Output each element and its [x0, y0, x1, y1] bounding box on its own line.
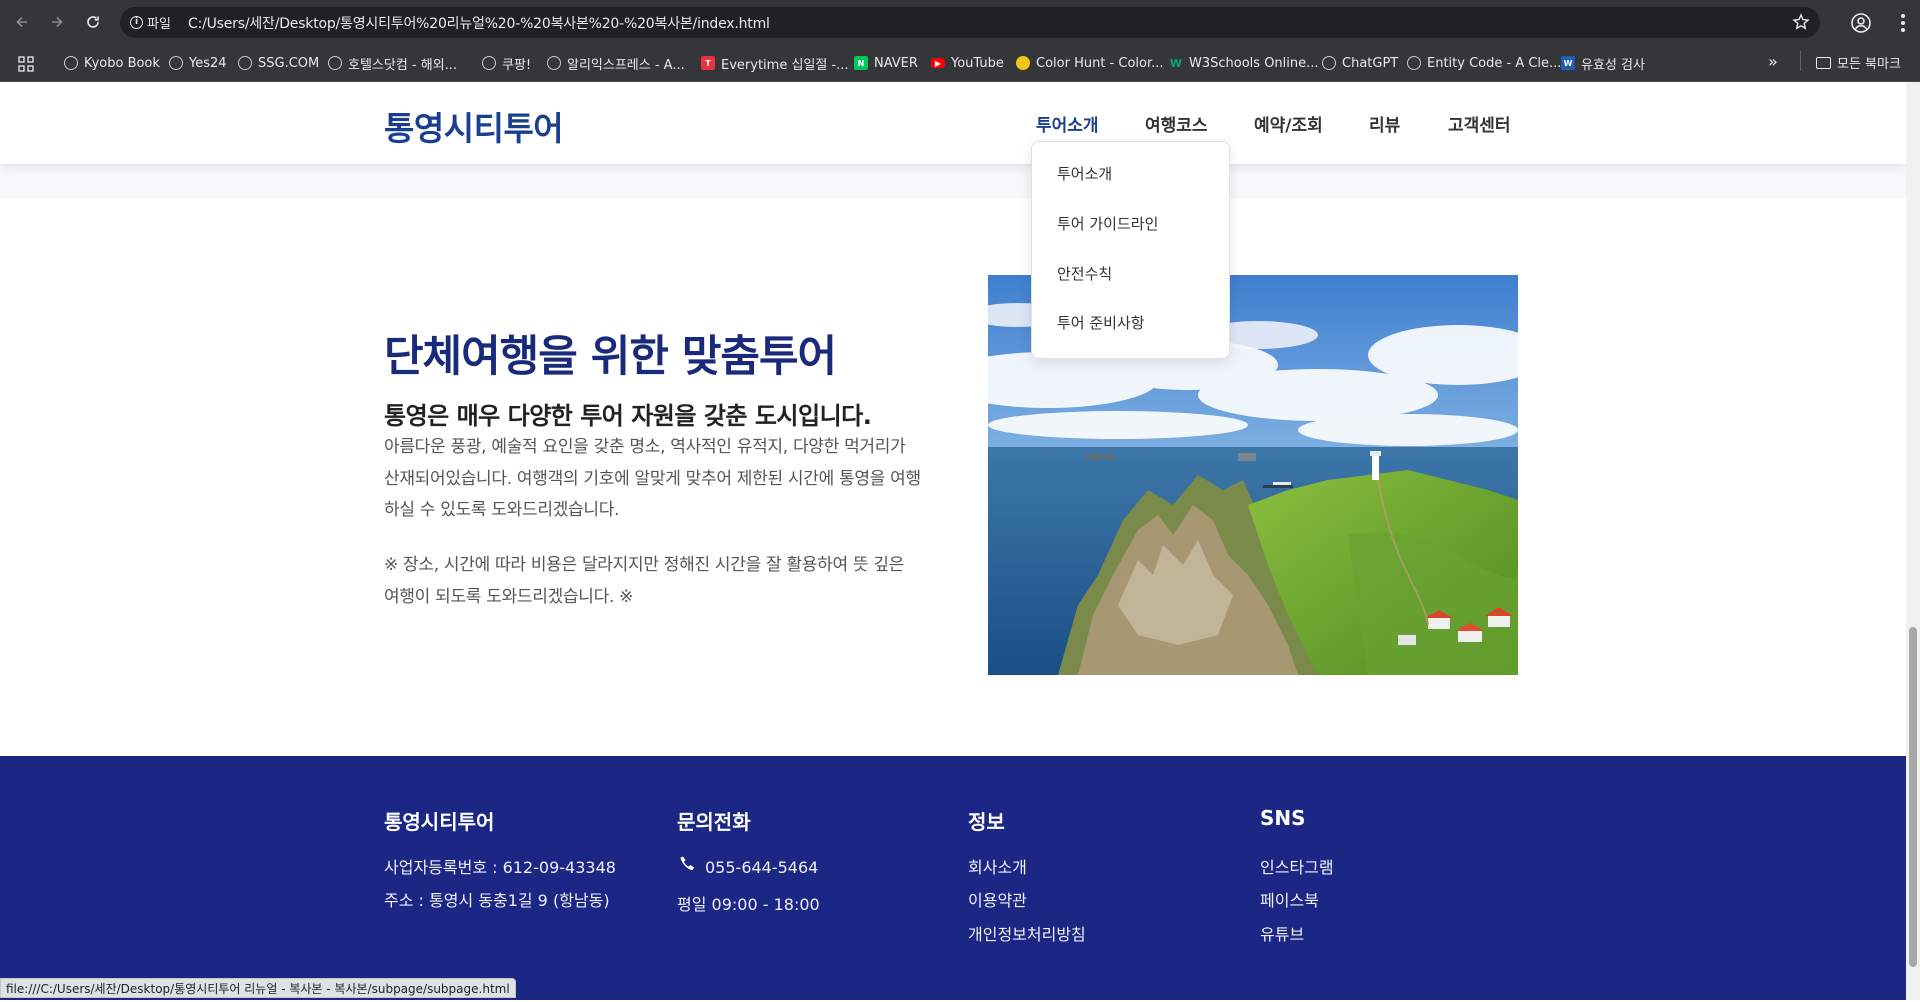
- footer-address: 주소 : 통영시 동충1길 9 (항남동): [384, 891, 610, 910]
- nav-course[interactable]: 여행코스: [1145, 111, 1208, 136]
- all-bookmarks-label: 모든 북마크: [1837, 57, 1901, 72]
- dropdown-item-tour-intro[interactable]: 투어소개: [1057, 163, 1112, 184]
- page-scrollbar[interactable]: [1906, 82, 1920, 1000]
- footer-link-facebook[interactable]: 페이스북: [1260, 887, 1319, 911]
- dropdown-item-safety[interactable]: 안전수칙: [1057, 263, 1112, 284]
- globe-icon: [169, 56, 183, 70]
- footer-info-title: 정보: [968, 810, 1005, 834]
- section-title: 단체여행을 위한 맞춤투어: [384, 332, 837, 382]
- footer-link-about[interactable]: 회사소개: [968, 854, 1027, 878]
- w3c-icon: W: [1561, 56, 1575, 70]
- bookmark-item[interactable]: Entity Code - A Cle...: [1407, 53, 1561, 73]
- site-logo[interactable]: 통영시티투어: [384, 102, 564, 150]
- phone-icon: [680, 856, 694, 871]
- apps-grid-icon[interactable]: [18, 56, 34, 72]
- everytime-icon: T: [701, 56, 715, 70]
- footer-link-instagram[interactable]: 인스타그램: [1260, 854, 1334, 878]
- chatgpt-icon: [1322, 56, 1336, 70]
- link-status-bar: file:///C:/Users/세잔/Desktop/통영시티투어 리뉴얼 -…: [0, 978, 516, 998]
- info-icon: i: [130, 16, 143, 29]
- w3schools-icon: W: [1169, 56, 1183, 70]
- footer-company-title: 통영시티투어: [384, 810, 495, 834]
- bookmark-item[interactable]: W 유효성 검사: [1561, 53, 1645, 73]
- site-info-chip[interactable]: i 파일: [130, 13, 171, 32]
- site-header: 통영시티투어 투어소개 여행코스 예약/조회 리뷰 고객센터: [0, 82, 1906, 164]
- dropdown-item-guideline[interactable]: 투어 가이드라인: [1057, 213, 1158, 234]
- section-note: ※ 장소, 시간에 따라 비용은 달라지지만 정해진 시간을 잘 활용하여 뜻 …: [384, 555, 905, 607]
- header-shadow-band: [0, 164, 1906, 198]
- nav-customer-center[interactable]: 고객센터: [1448, 111, 1511, 136]
- bookmark-item[interactable]: T Everytime 십일절 -...: [701, 53, 849, 73]
- footer-phone[interactable]: 055-644-5464: [705, 858, 818, 877]
- bookmark-divider: [1800, 51, 1801, 71]
- url-text[interactable]: C:/Users/세잔/Desktop/통영시티투어%20리뉴얼%20-%20복…: [188, 13, 770, 33]
- profile-icon[interactable]: [1850, 12, 1872, 34]
- bookmark-item[interactable]: N NAVER: [854, 53, 918, 73]
- bookmark-item[interactable]: 쿠팡!: [482, 53, 531, 73]
- bookmark-item[interactable]: 알리익스프레스 - A...: [547, 53, 685, 73]
- bookmark-item[interactable]: W W3Schools Online...: [1169, 53, 1319, 73]
- footer-business-number: 사업자등록번호 : 612-09-43348: [384, 858, 616, 877]
- bookmarks-bar: Kyobo Book Yes24 SSG.COM 호텔스닷컴 - 해외... 쿠…: [0, 45, 1920, 82]
- globe-icon: [1407, 56, 1421, 70]
- youtube-icon: ▶: [931, 58, 945, 68]
- nav-review[interactable]: 리뷰: [1369, 111, 1400, 136]
- dropdown-item-preparation[interactable]: 투어 준비사항: [1057, 312, 1145, 333]
- footer-hours: 평일 09:00 - 18:00: [677, 895, 820, 914]
- globe-icon: [482, 56, 496, 70]
- back-icon[interactable]: [11, 11, 33, 33]
- browser-toolbar: i 파일 C:/Users/세잔/Desktop/통영시티투어%20리뉴얼%20…: [0, 0, 1920, 45]
- bookmark-item[interactable]: ChatGPT: [1322, 53, 1398, 73]
- address-bar[interactable]: i 파일 C:/Users/세잔/Desktop/통영시티투어%20리뉴얼%20…: [120, 7, 1820, 38]
- bookmark-item[interactable]: SSG.COM: [238, 53, 319, 73]
- footer-link-privacy[interactable]: 개인정보처리방침: [968, 921, 1086, 945]
- bookmark-item[interactable]: Yes24: [169, 53, 227, 73]
- page-viewport: 통영시티투어 투어소개 여행코스 예약/조회 리뷰 고객센터 투어소개 투어 가…: [0, 82, 1906, 1000]
- colorhunt-icon: [1016, 56, 1030, 70]
- footer-link-youtube[interactable]: 유튜브: [1260, 921, 1304, 945]
- bookmark-item[interactable]: Kyobo Book: [64, 53, 160, 73]
- reload-icon[interactable]: [82, 11, 104, 33]
- footer-contact-title: 문의전화: [677, 810, 751, 834]
- scrollbar-thumb[interactable]: [1909, 627, 1917, 967]
- section-body: 아름다운 풍광, 예술적 요인을 갖춘 명소, 역사적인 유적지, 다양한 먹거…: [384, 437, 921, 520]
- folder-icon: [1816, 56, 1831, 69]
- globe-icon: [547, 56, 561, 70]
- browser-menu-icon[interactable]: [1892, 12, 1914, 34]
- bookmark-item[interactable]: ▶ YouTube: [931, 53, 1004, 73]
- footer-sns-title: SNS: [1260, 806, 1306, 830]
- nav-dropdown-menu: 투어소개 투어 가이드라인 안전수칙 투어 준비사항: [1031, 141, 1230, 359]
- globe-icon: [328, 56, 342, 70]
- bookmark-item[interactable]: Color Hunt - Color...: [1016, 53, 1164, 73]
- all-bookmarks-button[interactable]: 모든 북마크: [1816, 53, 1901, 72]
- naver-icon: N: [854, 56, 868, 70]
- section-subtitle: 통영은 매우 다양한 투어 자원을 갖춘 도시입니다.: [384, 402, 872, 430]
- forward-icon[interactable]: [46, 11, 68, 33]
- footer-link-terms[interactable]: 이용약관: [968, 887, 1027, 911]
- bookmark-item[interactable]: 호텔스닷컴 - 해외...: [328, 53, 457, 73]
- nav-tour-intro[interactable]: 투어소개: [1036, 111, 1099, 136]
- site-chip-label: 파일: [147, 17, 171, 32]
- globe-icon: [64, 56, 78, 70]
- globe-icon: [238, 56, 252, 70]
- more-bookmarks-icon[interactable]: »: [1768, 52, 1778, 71]
- bookmark-star-icon[interactable]: [1792, 13, 1810, 31]
- site-footer: 통영시티투어 사업자등록번호 : 612-09-43348 주소 : 통영시 동…: [0, 756, 1906, 1000]
- nav-reservation[interactable]: 예약/조회: [1254, 111, 1323, 136]
